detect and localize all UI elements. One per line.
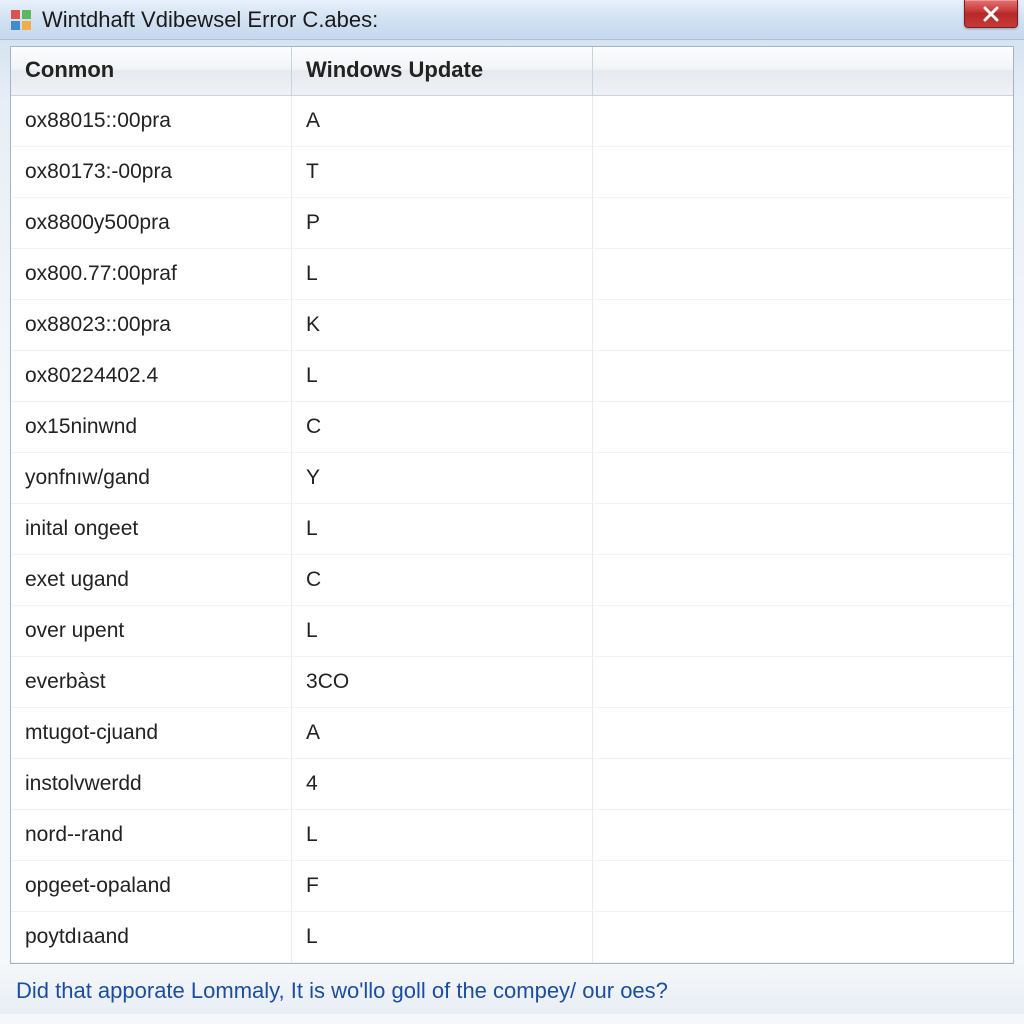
table-row[interactable]: yonfnıw/gandY	[11, 453, 1013, 504]
cell-blank	[592, 912, 1013, 963]
table-row[interactable]: ox80224402.4L	[11, 351, 1013, 402]
table-row[interactable]: ox88023::00praK	[11, 300, 1013, 351]
cell-blank	[592, 504, 1013, 555]
cell-code: yonfnıw/gand	[11, 453, 292, 504]
cell-blank	[592, 453, 1013, 504]
table-row[interactable]: over upentL	[11, 606, 1013, 657]
cell-value: L	[292, 606, 593, 657]
table-row[interactable]: ox8800y500praP	[11, 198, 1013, 249]
cell-code: instolvwerdd	[11, 759, 292, 810]
cell-blank	[592, 861, 1013, 912]
table-row[interactable]: poytdıaandL	[11, 912, 1013, 963]
cell-blank	[592, 96, 1013, 147]
cell-code: over upent	[11, 606, 292, 657]
cell-code: opgeet-opaland	[11, 861, 292, 912]
cell-value: A	[292, 96, 593, 147]
table-row[interactable]: ox88015::00praA	[11, 96, 1013, 147]
cell-value: C	[292, 402, 593, 453]
table-row[interactable]: ox80173:-00praT	[11, 147, 1013, 198]
cell-value: L	[292, 249, 593, 300]
cell-value: K	[292, 300, 593, 351]
cell-value: L	[292, 351, 593, 402]
app-icon	[10, 9, 32, 31]
cell-blank	[592, 300, 1013, 351]
close-button[interactable]	[964, 0, 1018, 28]
cell-code: mtugot-cjuand	[11, 708, 292, 759]
table-row[interactable]: instolvwerdd4	[11, 759, 1013, 810]
table-header-row: Conmon Windows Update	[11, 47, 1013, 96]
table-row[interactable]: nord--randL	[11, 810, 1013, 861]
titlebar: Wintdhaft Vdibewsel Error C.abes:	[0, 0, 1024, 40]
cell-blank	[592, 606, 1013, 657]
column-header-conmon[interactable]: Conmon	[11, 47, 292, 96]
table-row[interactable]: ox15ninwndC	[11, 402, 1013, 453]
cell-value: 3CO	[292, 657, 593, 708]
cell-blank	[592, 402, 1013, 453]
table-row[interactable]: mtugot-cjuandA	[11, 708, 1013, 759]
cell-code: everbàst	[11, 657, 292, 708]
cell-code: ox800.77:00praf	[11, 249, 292, 300]
footer-help-link[interactable]: Did that apporate Lommaly, It is wo'llo …	[0, 964, 1024, 1014]
cell-code: exet ugand	[11, 555, 292, 606]
column-header-windows-update[interactable]: Windows Update	[292, 47, 593, 96]
column-header-blank[interactable]	[592, 47, 1013, 96]
cell-blank	[592, 657, 1013, 708]
cell-blank	[592, 249, 1013, 300]
cell-blank	[592, 198, 1013, 249]
cell-code: ox88023::00pra	[11, 300, 292, 351]
cell-value: F	[292, 861, 593, 912]
cell-code: ox88015::00pra	[11, 96, 292, 147]
cell-code: ox8800y500pra	[11, 198, 292, 249]
cell-code: nord--rand	[11, 810, 292, 861]
cell-value: L	[292, 504, 593, 555]
cell-code: ox80224402.4	[11, 351, 292, 402]
cell-blank	[592, 708, 1013, 759]
window-title: Wintdhaft Vdibewsel Error C.abes:	[42, 7, 378, 33]
close-icon	[982, 6, 1000, 22]
cell-value: A	[292, 708, 593, 759]
cell-value: C	[292, 555, 593, 606]
cell-code: ox15ninwnd	[11, 402, 292, 453]
table-row[interactable]: everbàst3CO	[11, 657, 1013, 708]
table-row[interactable]: exet ugandC	[11, 555, 1013, 606]
cell-code: ox80173:-00pra	[11, 147, 292, 198]
cell-code: inital ongeet	[11, 504, 292, 555]
cell-value: 4	[292, 759, 593, 810]
table-row[interactable]: opgeet-opalandF	[11, 861, 1013, 912]
cell-blank	[592, 555, 1013, 606]
cell-value: T	[292, 147, 593, 198]
dialog-window: Wintdhaft Vdibewsel Error C.abes: Conmon…	[0, 0, 1024, 1024]
content-area: Conmon Windows Update ox88015::00praAox8…	[0, 40, 1024, 964]
cell-blank	[592, 147, 1013, 198]
cell-code: poytdıaand	[11, 912, 292, 963]
cell-value: L	[292, 912, 593, 963]
cell-blank	[592, 810, 1013, 861]
table-row[interactable]: inital ongeetL	[11, 504, 1013, 555]
cell-blank	[592, 759, 1013, 810]
cell-value: Y	[292, 453, 593, 504]
cell-value: L	[292, 810, 593, 861]
cell-blank	[592, 351, 1013, 402]
cell-value: P	[292, 198, 593, 249]
error-table: Conmon Windows Update ox88015::00praAox8…	[10, 46, 1014, 964]
table-row[interactable]: ox800.77:00prafL	[11, 249, 1013, 300]
